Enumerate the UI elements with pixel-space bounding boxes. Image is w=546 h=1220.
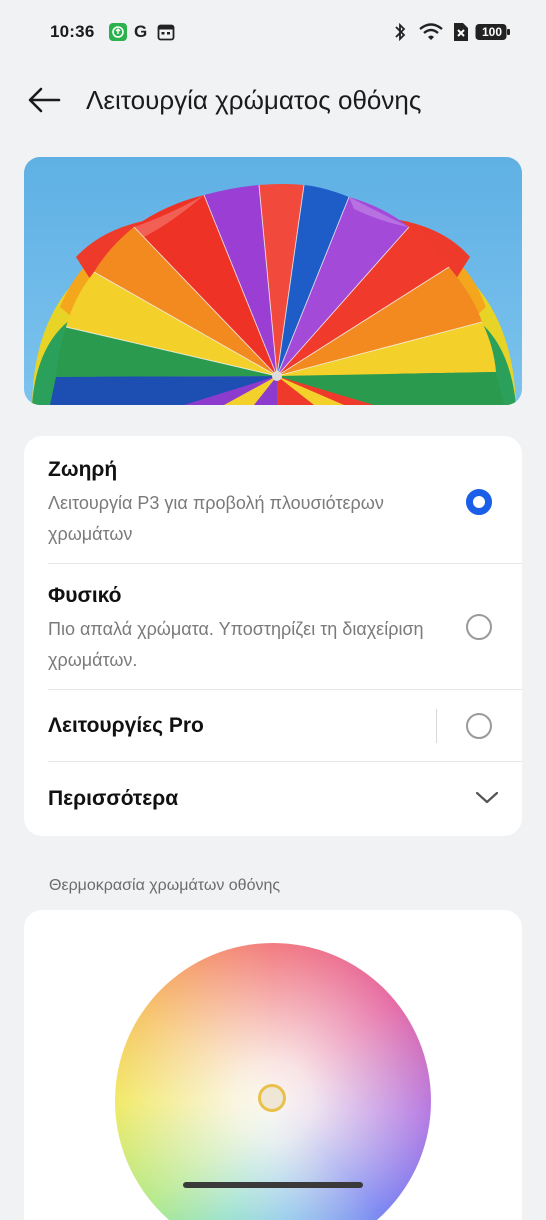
status-time: 10:36 <box>50 22 95 41</box>
divider <box>48 563 522 564</box>
status-bar: 10:36 G 100 <box>0 0 546 66</box>
option-pro-modes[interactable]: Λειτουργίες Pro <box>48 714 498 738</box>
data-saver-icon <box>451 22 469 47</box>
calendar-icon <box>157 23 175 46</box>
color-wheel[interactable] <box>115 943 431 1220</box>
back-button[interactable] <box>24 82 64 122</box>
color-mode-options-card: Ζωηρή Λειτουργία P3 για προβολή πλουσιότ… <box>24 436 522 836</box>
option-natural-title: Φυσικό <box>48 584 122 607</box>
option-more-title: Περισσότερα <box>48 787 179 810</box>
option-vivid-title: Ζωηρή <box>48 458 118 481</box>
option-vivid-subtitle: Λειτουργία P3 για προβολή πλουσιότερων χ… <box>48 493 384 544</box>
option-natural-subtitle: Πιο απαλά χρώματα. Υποστηρίζει τη διαχεί… <box>48 619 424 670</box>
svg-text:G: G <box>134 22 147 41</box>
radio-vivid[interactable] <box>466 489 492 515</box>
preview-image <box>24 157 522 405</box>
google-icon: G <box>133 21 151 46</box>
option-vivid[interactable]: Ζωηρή Λειτουργία P3 για προβολή πλουσιότ… <box>48 458 498 550</box>
radio-natural[interactable] <box>466 614 492 640</box>
option-pro-title: Λειτουργίες Pro <box>48 714 204 737</box>
option-more[interactable]: Περισσότερα <box>48 787 498 811</box>
temperature-card <box>24 910 522 1220</box>
divider <box>48 689 522 690</box>
app-bar: Λειτουργία χρώματος οθόνης <box>0 66 546 138</box>
radio-pro[interactable] <box>466 713 492 739</box>
color-wheel-handle[interactable] <box>258 1084 286 1112</box>
section-label-temperature: Θερμοκρασία χρωμάτων οθόνης <box>49 877 281 894</box>
green-app-icon <box>109 23 127 46</box>
vertical-divider <box>436 709 437 743</box>
page-title: Λειτουργία χρώματος οθόνης <box>86 85 422 115</box>
divider <box>48 761 522 762</box>
bluetooth-icon <box>393 22 407 47</box>
wifi-icon <box>418 22 444 47</box>
option-natural[interactable]: Φυσικό Πιο απαλά χρώματα. Υποστηρίζει τη… <box>48 584 498 676</box>
chevron-down-icon[interactable] <box>474 788 500 811</box>
battery-level: 100 <box>481 25 503 39</box>
arrow-left-icon <box>27 87 61 118</box>
home-indicator[interactable] <box>183 1182 363 1188</box>
